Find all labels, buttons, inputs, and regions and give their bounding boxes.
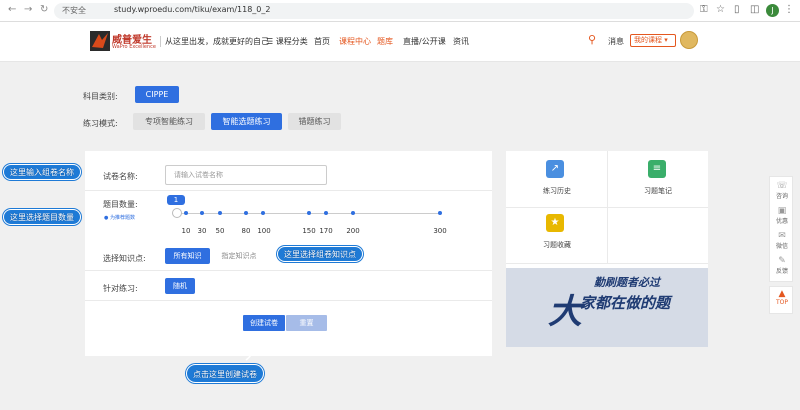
notes-icon[interactable]: ≡: [648, 160, 666, 178]
slider-dot[interactable]: [351, 211, 355, 215]
favorites-link[interactable]: 习题收藏: [517, 240, 597, 250]
slider-dot[interactable]: [324, 211, 328, 215]
annotation-name: 这里输入组卷名称: [3, 164, 81, 180]
create-paper-button[interactable]: 创建试卷: [243, 315, 285, 331]
reload-icon[interactable]: ↻: [40, 4, 48, 15]
more-menu-icon[interactable]: ⋮: [784, 4, 794, 15]
target-random-button[interactable]: 随机: [165, 278, 195, 294]
pointer-arrow-icon: [244, 335, 253, 361]
chat-icon: ☏: [776, 181, 788, 191]
side-consult[interactable]: ☏ 咨询: [770, 181, 794, 200]
banner-big-char: 大: [548, 292, 582, 332]
arrow-up-icon: ▲: [778, 289, 786, 299]
count-panel: [96, 193, 454, 241]
logo-subtext: WaPro Excellence: [112, 44, 156, 50]
favorites-star-icon[interactable]: ★: [546, 214, 564, 232]
menu-home[interactable]: 首页: [314, 36, 330, 47]
target-label: 针对练习:: [103, 284, 138, 293]
banner-subtitle: 家都在做的题: [580, 294, 671, 312]
notes-link[interactable]: 习题笔记: [618, 186, 698, 196]
divider: [85, 190, 492, 191]
menu-live[interactable]: 直播/公开课: [403, 36, 446, 47]
url-text: study.wproedu.com/tiku/exam/118_0_2: [114, 5, 271, 14]
divider: [506, 207, 708, 208]
tick-label: 170: [319, 227, 333, 235]
reading-list-icon[interactable]: ▯: [734, 4, 740, 15]
tick-label: 100: [257, 227, 271, 235]
count-value-bubble: 1: [167, 195, 185, 205]
subject-cippe-button[interactable]: CIPPE: [135, 86, 179, 103]
subject-label: 科目类别:: [83, 92, 118, 101]
tick-label: 50: [215, 227, 225, 235]
banner-title: 勤刷题者必过: [594, 276, 660, 289]
slider-dot[interactable]: [261, 211, 265, 215]
security-warning: 不安全: [62, 6, 86, 15]
slider-dot[interactable]: [184, 211, 188, 215]
side-wechat[interactable]: ✉ 微信: [770, 231, 794, 250]
count-label: 题目数量:: [103, 200, 138, 209]
annotation-create: 点击这里创建试卷: [186, 364, 264, 383]
slider-dot[interactable]: [244, 211, 248, 215]
paper-name-input[interactable]: 请输入试卷名称: [165, 165, 327, 185]
slider-dot[interactable]: [218, 211, 222, 215]
tick-label: 30: [197, 227, 207, 235]
mode-label: 练习模式:: [83, 119, 118, 128]
back-to-top[interactable]: ▲ TOP: [769, 286, 793, 314]
star-icon[interactable]: ☆: [716, 4, 725, 15]
mode-wrong-button[interactable]: 错题练习: [288, 113, 341, 130]
paper-name-label: 试卷名称:: [103, 172, 138, 181]
knowledge-all-button[interactable]: 所有知识: [165, 248, 210, 264]
browser-toolbar: ← → ↻ 不安全 study.wproedu.com/tiku/exam/11…: [0, 0, 800, 22]
count-slider-handle[interactable]: [172, 208, 182, 218]
key-icon[interactable]: ⚿: [700, 4, 708, 15]
back-icon[interactable]: ←: [8, 4, 16, 15]
side-toolbar: ☏ 咨询 ▣ 优惠 ✉ 微信 ✎ 反馈: [769, 176, 793, 282]
mode-special-button[interactable]: 专项智能练习: [133, 113, 205, 130]
annotation-count: 这里选择题目数量: [3, 209, 81, 225]
promo-banner[interactable]: 大 勤刷题者必过 家都在做的题: [506, 268, 708, 347]
mode-smart-button[interactable]: 智能选题练习: [211, 113, 282, 130]
search-icon[interactable]: ⚲: [588, 33, 596, 46]
menu-course-center[interactable]: 课程中心: [339, 36, 371, 47]
menu-question-bank[interactable]: 题库: [377, 36, 393, 47]
slider-dot[interactable]: [307, 211, 311, 215]
menu-news[interactable]: 资讯: [453, 36, 469, 47]
side-discount[interactable]: ▣ 优惠: [770, 206, 794, 225]
annotation-knowledge: 这里选择组卷知识点: [277, 246, 363, 262]
divider: [85, 270, 492, 271]
reset-button[interactable]: 重置: [286, 315, 327, 331]
menu-course-categories[interactable]: ☰ 课程分类: [266, 36, 308, 47]
knowledge-label: 选择知识点:: [103, 254, 146, 263]
knowledge-specific-button[interactable]: 指定知识点: [214, 248, 264, 264]
address-bar[interactable]: 不安全 study.wproedu.com/tiku/exam/118_0_2: [54, 3, 694, 19]
slider-dot[interactable]: [200, 211, 204, 215]
wechat-icon: ✉: [778, 231, 786, 241]
divider: [506, 263, 708, 264]
tick-label: 80: [241, 227, 251, 235]
forward-icon[interactable]: →: [24, 4, 32, 15]
slider-dot[interactable]: [438, 211, 442, 215]
top-button[interactable]: ▲ TOP: [770, 289, 794, 306]
logo-icon[interactable]: [90, 31, 110, 51]
tick-label: 200: [346, 227, 360, 235]
history-chart-icon[interactable]: ↗: [546, 160, 564, 178]
split-view-icon[interactable]: ◫: [750, 4, 759, 15]
recommend-hint: ● 为推荐题数: [104, 215, 135, 221]
divider: [85, 300, 492, 301]
profile-avatar[interactable]: J: [766, 4, 779, 17]
tick-label: 300: [433, 227, 447, 235]
side-feedback[interactable]: ✎ 反馈: [770, 256, 794, 275]
history-link[interactable]: 练习历史: [517, 186, 597, 196]
user-avatar[interactable]: [680, 31, 698, 49]
slogan: 从这里出发，成就更好的自己: [160, 36, 269, 47]
messages-link[interactable]: 消息: [608, 36, 624, 47]
my-courses-dropdown[interactable]: 我的课程 ▾: [630, 34, 676, 47]
site-header: 威普爱生 WaPro Excellence 从这里出发，成就更好的自己 ☰ 课程…: [0, 22, 800, 62]
coupon-icon: ▣: [777, 206, 787, 216]
feedback-icon: ✎: [778, 256, 786, 266]
